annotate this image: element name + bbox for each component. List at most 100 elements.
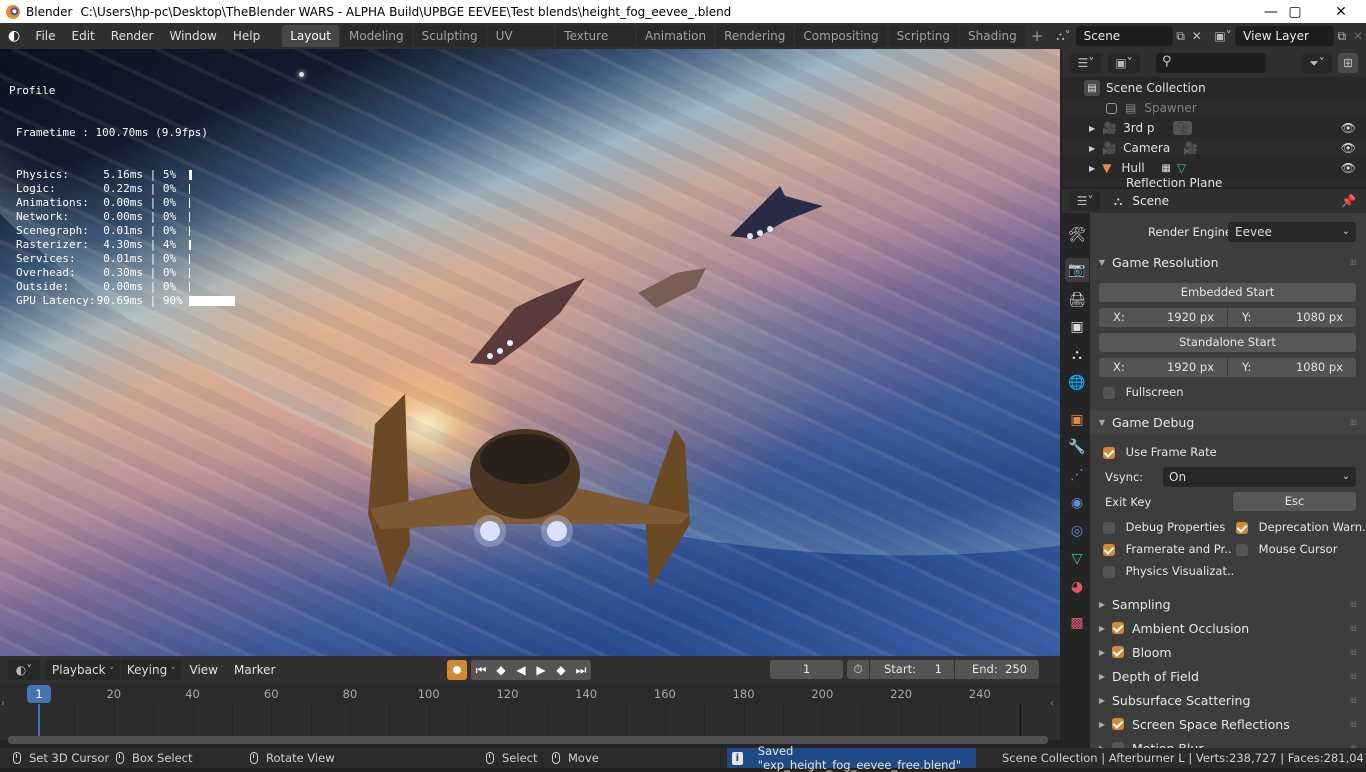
sidebar-toggle-right-icon[interactable]: ‹ <box>1050 698 1054 709</box>
preview-range-icon[interactable]: ⏱ <box>847 660 869 679</box>
outliner-row-spawner[interactable]: ▤ Spawner <box>1062 98 1366 118</box>
delete-view-layer-icon[interactable]: ✕ <box>1350 29 1366 43</box>
3d-viewport[interactable]: Profile Frametime : 100.70ms (9.9fps) Ph… <box>0 49 1060 656</box>
visibility-eye-icon[interactable]: 👁 <box>1341 121 1356 135</box>
standalone-start-button[interactable]: Standalone Start <box>1099 333 1356 352</box>
new-collection-icon[interactable]: ⊞ <box>1338 53 1358 73</box>
framerate-profile-checkbox[interactable]: Framerate and Pr.. <box>1103 542 1232 556</box>
scene-type-icon[interactable]: ⛬˅ <box>1051 29 1075 44</box>
outliner-search-input[interactable]: ⚲ <box>1156 53 1266 73</box>
editor-type-icon[interactable]: ☰˅ <box>1070 191 1100 211</box>
jump-start-icon[interactable]: ⏮ <box>471 660 491 680</box>
modifier-tab-icon[interactable]: 🔧 <box>1065 435 1089 459</box>
menu-edit[interactable]: Edit <box>64 23 103 49</box>
material-tab-icon[interactable]: ◕ <box>1065 575 1089 599</box>
vsync-select[interactable]: On ⌄ <box>1163 467 1356 487</box>
panel-subsurface-scattering[interactable]: ▶ Subsurface Scattering ⁞⁞⁞⁞ <box>1090 688 1366 712</box>
drag-grip-icon[interactable]: ⁞⁞⁞⁞ <box>1350 720 1357 729</box>
texture-tab-icon[interactable]: ▩ <box>1065 611 1089 635</box>
jump-end-icon[interactable]: ⏭ <box>571 660 591 680</box>
embedded-start-button[interactable]: Embedded Start <box>1099 283 1356 302</box>
constraints-tab-icon[interactable]: ◎ <box>1065 519 1089 543</box>
menu-window[interactable]: Window <box>162 23 225 49</box>
playback-menu[interactable]: Playback ˅ <box>46 660 120 680</box>
panel-ambient-occlusion[interactable]: ▶ Ambient Occlusion ⁞⁞⁞⁞ <box>1090 616 1366 640</box>
filter-icon[interactable]: ⏷˅ <box>1302 53 1332 73</box>
outliner-row-reflection-plane[interactable]: Reflection Plane <box>1062 178 1366 187</box>
view-layer-selector[interactable]: View Layer <box>1235 26 1334 46</box>
tab-animation[interactable]: Animation <box>636 25 715 47</box>
start-frame-field[interactable]: Start: 1 <box>870 660 954 679</box>
timeline-body[interactable]: › ‹ <box>0 698 1060 740</box>
timeline-ruler[interactable]: 20 40 60 80 100 120 140 160 180 200 220 240 1 <box>0 684 1060 704</box>
menu-render[interactable]: Render <box>103 23 162 49</box>
tool-tab-icon[interactable]: 🛠 <box>1065 223 1089 247</box>
panel-enable-checkbox[interactable] <box>1112 646 1124 658</box>
tab-layout[interactable]: Layout <box>282 25 339 47</box>
panel-bloom[interactable]: ▶ Bloom ⁞⁞⁞⁞ <box>1090 640 1366 664</box>
next-keyframe-icon[interactable]: ◆ <box>551 660 571 680</box>
blender-menu-icon[interactable]: ◐ <box>8 28 27 44</box>
panel-enable-checkbox[interactable] <box>1112 622 1124 634</box>
menu-file[interactable]: File <box>27 23 63 49</box>
mesh-data-tab-icon[interactable]: ▽ <box>1065 547 1089 571</box>
playhead-marker[interactable]: 1 <box>27 685 51 703</box>
panel-game-resolution[interactable]: ▼ Game Resolution ⁞⁞⁞⁞ <box>1090 250 1366 274</box>
render-engine-select[interactable]: Eevee ⌄ <box>1228 222 1356 242</box>
output-tab-icon[interactable]: 🖨 <box>1065 288 1089 312</box>
play-reverse-icon[interactable]: ◀ <box>511 660 531 680</box>
world-tab-icon[interactable]: 🌐 <box>1065 371 1089 395</box>
use-frame-rate-checkbox[interactable]: Use Frame Rate <box>1103 445 1217 459</box>
drag-grip-icon[interactable]: ⁞⁞⁞⁞ <box>1350 648 1357 657</box>
outliner-row-scene-collection[interactable]: ▤ Scene Collection <box>1062 78 1366 98</box>
panel-game-debug[interactable]: ▼ Game Debug ⁞⁞⁞⁞ <box>1090 410 1366 434</box>
current-frame-field[interactable]: 1 <box>770 660 843 679</box>
outliner-row-camera[interactable]: ▶ 🎥 Camera 🎥 👁 <box>1062 138 1366 158</box>
menu-help[interactable]: Help <box>225 23 268 49</box>
tab-shading[interactable]: Shading <box>960 25 1025 47</box>
drag-grip-icon[interactable]: ⁞⁞⁞⁞ <box>1350 624 1357 633</box>
debug-properties-checkbox[interactable]: Debug Properties <box>1103 520 1225 534</box>
expand-arrow-icon[interactable]: ▶ <box>1089 124 1095 133</box>
physics-tab-icon[interactable]: ◉ <box>1065 491 1089 515</box>
view-menu[interactable]: View <box>182 657 226 683</box>
view-layer-tab-icon[interactable]: ▣ <box>1065 315 1089 339</box>
keying-menu[interactable]: Keying ˅ <box>120 660 182 680</box>
maximize-button[interactable]: ▢ <box>1272 0 1318 23</box>
display-mode-icon[interactable]: ☰˅ <box>1070 53 1102 73</box>
editor-type-icon[interactable]: ◐˅ <box>8 660 40 680</box>
delete-scene-icon[interactable]: ✕ <box>1189 29 1205 43</box>
visibility-eye-icon[interactable]: 👁 <box>1341 161 1356 175</box>
drag-grip-icon[interactable]: ⁞⁞⁞⁞ <box>1350 418 1357 427</box>
close-button[interactable]: ✕ <box>1318 0 1364 23</box>
embedded-x-field[interactable]: X: 1920 px <box>1099 308 1227 327</box>
exit-key-button[interactable]: Esc <box>1233 492 1356 511</box>
outliner-row-hull[interactable]: ▶ ▼ Hull ▦ ▽ 👁 <box>1062 158 1366 178</box>
tab-compositing[interactable]: Compositing <box>795 25 887 47</box>
tab-sculpting[interactable]: Sculpting <box>413 25 486 47</box>
end-frame-field[interactable]: End: 250 <box>955 660 1039 679</box>
camera-data-icon[interactable]: 🎥 <box>1173 121 1193 135</box>
new-view-layer-icon[interactable]: ⧉ <box>1334 29 1350 44</box>
info-message[interactable]: i Saved "exp_height_fog_eevee_free.blend… <box>727 744 976 772</box>
play-icon[interactable]: ▶ <box>531 660 551 680</box>
add-workspace-button[interactable]: + <box>1031 27 1044 45</box>
render-tab-icon[interactable]: 📷 <box>1065 258 1089 282</box>
filter-view-icon[interactable]: ▣˅ <box>1108 53 1140 73</box>
tab-scripting[interactable]: Scripting <box>888 25 958 47</box>
outliner-row-3rd-p[interactable]: ▶ 🎥 3rd p 🎥 👁 <box>1062 118 1366 138</box>
marker-menu[interactable]: Marker <box>226 657 283 683</box>
exclude-checkbox[interactable] <box>1106 102 1117 114</box>
tab-rendering[interactable]: Rendering <box>716 25 794 47</box>
drag-grip-icon[interactable]: ⁞⁞⁞⁞ <box>1350 672 1357 681</box>
panel-depth-of-field[interactable]: ▶ Depth of Field ⁞⁞⁞⁞ <box>1090 664 1366 688</box>
standalone-y-field[interactable]: Y: 1080 px <box>1228 358 1356 377</box>
auto-keying-button[interactable] <box>447 660 467 680</box>
object-tab-icon[interactable]: ▣ <box>1065 408 1089 432</box>
mouse-cursor-checkbox[interactable]: Mouse Cursor <box>1236 542 1337 556</box>
mesh-data-icon[interactable]: ▽ <box>1177 161 1186 175</box>
scene-selector[interactable]: Scene <box>1075 26 1173 46</box>
visibility-eye-icon[interactable]: 👁 <box>1341 141 1356 155</box>
drag-grip-icon[interactable]: ⁞⁞⁞⁞ <box>1350 600 1357 609</box>
standalone-x-field[interactable]: X: 1920 px <box>1099 358 1227 377</box>
